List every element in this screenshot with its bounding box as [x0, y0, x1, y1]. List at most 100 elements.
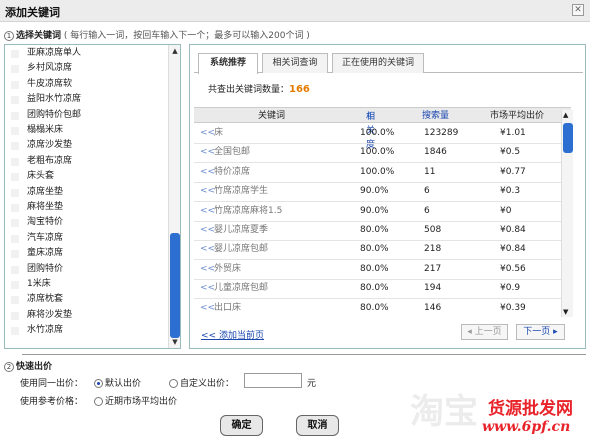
list-item-label: 团购特价包邮 [27, 109, 82, 120]
relevance-cell: 90.0% [360, 205, 389, 216]
dialog-titlebar: 添加关键词 ✕ [0, 0, 590, 22]
ok-button[interactable]: 确定 [220, 415, 263, 436]
prev-page-button[interactable]: ◂ 上一页 [461, 324, 508, 340]
cancel-button[interactable]: 取消 [296, 415, 339, 436]
list-item[interactable]: 团购特价 [5, 262, 169, 277]
add-arrow-icon[interactable]: << [200, 143, 215, 162]
result-count-value: 166 [289, 84, 310, 95]
table-row[interactable]: << 竹席凉席麻将1.5 90.0% 6 ¥0 [194, 202, 571, 222]
line-number-icon [11, 311, 19, 320]
col-search-volume[interactable]: 搜索量 [422, 109, 449, 123]
close-icon[interactable]: ✕ [572, 4, 584, 16]
sort-down-icon[interactable]: ⇩ [366, 110, 374, 124]
table-row[interactable]: << 出口床 80.0% 146 ¥0.39 [194, 299, 571, 318]
list-item[interactable]: 童床凉席 [5, 246, 169, 261]
add-arrow-icon[interactable]: << [200, 260, 215, 279]
list-item[interactable]: 水竹凉席 [5, 323, 169, 338]
left-scrollbar[interactable]: ▲ ▼ [168, 45, 180, 348]
list-item[interactable]: 老粗布凉席 [5, 154, 169, 169]
dialog-title: 添加关键词 [5, 6, 60, 19]
line-number-icon [11, 234, 19, 243]
keyword-input-list[interactable]: 水竹凉席 麻将沙发垫 凉席枕套 1米床 团购特价 童床凉席 汽车凉席 淘宝特价 麻将坐垫 凉席坐垫… [4, 44, 181, 349]
default-bid-radio[interactable]: 默认出价 [94, 376, 141, 389]
ref-price-label: 使用参考价格： [20, 397, 84, 407]
keyword-table: 关键词 相关度 ⇩ 搜索量 市场平均出价 << 床 100.0% 123289 ¥1.01… [194, 107, 571, 318]
search-volume-cell: 194 [424, 283, 442, 294]
result-count: 共查出关键词数量：166 [208, 82, 310, 95]
table-row[interactable]: << 特价凉席 100.0% 11 ¥0.77 [194, 163, 571, 183]
scroll-up-icon[interactable]: ▲ [170, 46, 180, 56]
col-avg-price: 市场平均出价 [490, 111, 545, 121]
list-item[interactable]: 麻将坐垫 [5, 200, 169, 215]
keyword-cell: 婴儿凉席夏季 [214, 225, 269, 235]
scroll-thumb[interactable] [170, 233, 180, 338]
line-number-icon [11, 327, 19, 336]
list-item[interactable]: 床头套 [5, 169, 169, 184]
scroll-down-icon[interactable]: ▼ [170, 337, 180, 347]
radio-icon[interactable] [94, 397, 103, 406]
add-arrow-icon[interactable]: << [200, 279, 215, 298]
table-scrollbar[interactable]: ▲ ▼ [561, 110, 573, 317]
list-item-label: 麻将沙发垫 [27, 309, 73, 320]
table-row[interactable]: << 床 100.0% 123289 ¥1.01 [194, 124, 571, 144]
recent-avg-label: 近期市场平均出价 [105, 397, 178, 407]
add-arrow-icon[interactable]: << [200, 202, 215, 221]
custom-bid-input[interactable] [244, 373, 302, 388]
list-item[interactable]: 1米床 [5, 277, 169, 292]
list-item[interactable]: 团购特价包邮 [5, 108, 169, 123]
list-item[interactable]: 汽车凉席 [5, 231, 169, 246]
radio-checked-icon[interactable] [94, 379, 103, 388]
search-volume-cell: 217 [424, 263, 442, 274]
search-volume-cell: 508 [424, 225, 442, 235]
add-current-page-link[interactable]: << 添加当前页 [201, 328, 264, 341]
avg-price-cell: ¥0 [500, 205, 512, 216]
radio-icon[interactable] [169, 379, 178, 388]
keyword-cell: 竹席凉席麻将1.5 [214, 205, 283, 216]
same-bid-label: 使用同一出价： [20, 379, 84, 389]
tab-in-use-keywords[interactable]: 正在使用的关键词 [332, 53, 424, 73]
next-page-button[interactable]: 下一页 ▸ [516, 324, 565, 340]
add-arrow-icon[interactable]: << [200, 182, 215, 201]
line-number-icon [11, 173, 19, 182]
keyword-cell: 婴儿凉席包邮 [214, 244, 269, 255]
table-row[interactable]: << 婴儿凉席夏季 80.0% 508 ¥0.84 [194, 221, 571, 241]
custom-bid-radio[interactable]: 自定义出价： [169, 376, 234, 389]
list-item[interactable]: 凉席坐垫 [5, 185, 169, 200]
avg-price-cell: ¥0.84 [500, 225, 526, 235]
list-item[interactable]: 牛皮凉席软 [5, 77, 169, 92]
recent-avg-radio[interactable]: 近期市场平均出价 [94, 394, 177, 407]
tab-related-search[interactable]: 相关词查询 [262, 53, 328, 73]
avg-price-cell: ¥0.9 [500, 283, 521, 294]
step-number-icon: 1 [4, 31, 14, 41]
list-item-label: 老粗布凉席 [27, 155, 73, 166]
scroll-up-icon[interactable]: ▲ [563, 111, 568, 119]
table-row[interactable]: << 婴儿凉席包邮 80.0% 218 ¥0.84 [194, 240, 571, 261]
add-arrow-icon[interactable]: << [200, 221, 215, 240]
add-arrow-icon[interactable]: << [200, 124, 215, 143]
list-item[interactable]: 凉席枕套 [5, 292, 169, 307]
list-item[interactable]: 麻将沙发垫 [5, 308, 169, 323]
add-arrow-icon[interactable]: << [200, 163, 215, 182]
list-item[interactable]: 淘宝特价 [5, 215, 169, 230]
list-item[interactable]: 乡村风凉席 [5, 61, 169, 76]
list-item[interactable]: 亚麻凉席单人 [5, 46, 169, 61]
tab-system-recommend[interactable]: 系统推荐 [198, 53, 258, 74]
line-number-icon [11, 50, 19, 58]
scroll-down-icon[interactable]: ▼ [563, 308, 568, 316]
unit-label: 元 [307, 379, 317, 389]
add-arrow-icon[interactable]: << [200, 240, 215, 259]
table-row[interactable]: << 全国包邮 100.0% 1846 ¥0.5 [194, 143, 571, 164]
search-volume-cell: 146 [424, 302, 442, 313]
table-row[interactable]: << 竹席凉席学生 90.0% 6 ¥0.3 [194, 182, 571, 203]
list-item[interactable]: 益阳水竹凉席 [5, 92, 169, 107]
table-row[interactable]: << 儿童凉席包邮 80.0% 194 ¥0.9 [194, 279, 571, 300]
scroll-thumb[interactable] [563, 123, 573, 153]
list-item-label: 水竹凉席 [27, 325, 64, 336]
list-item[interactable]: 榻榻米床 [5, 123, 169, 138]
relevance-cell: 80.0% [360, 302, 389, 313]
add-arrow-icon[interactable]: << [200, 299, 215, 318]
keyword-cell: 竹席凉席学生 [214, 186, 269, 197]
avg-price-cell: ¥0.77 [500, 166, 526, 177]
table-row[interactable]: << 外贸床 80.0% 217 ¥0.56 [194, 260, 571, 280]
list-item[interactable]: 凉席沙发垫 [5, 138, 169, 153]
